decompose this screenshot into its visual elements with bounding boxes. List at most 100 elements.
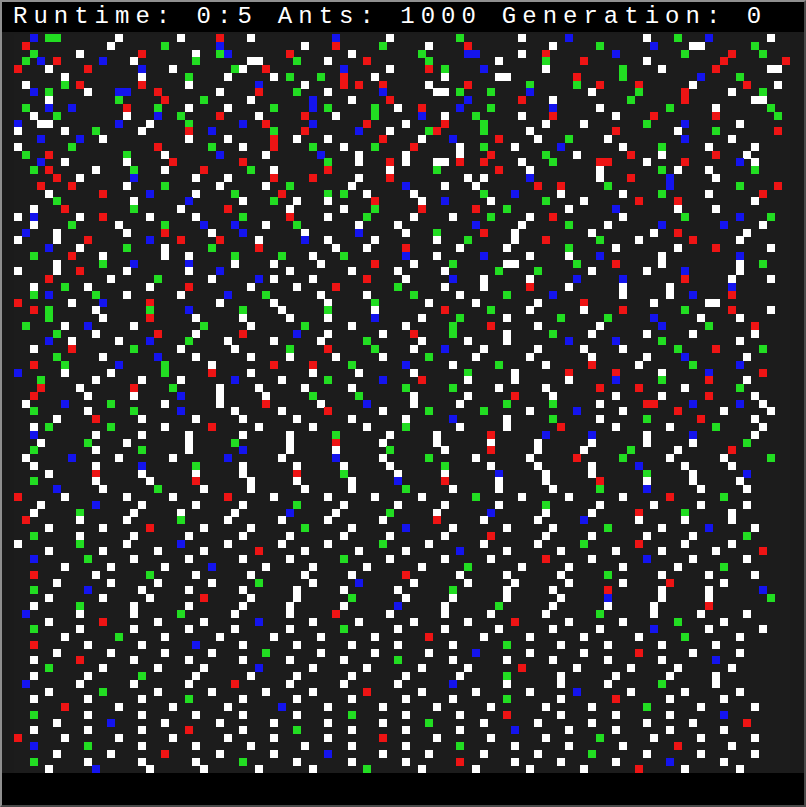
grid-cell (635, 633, 643, 641)
grid-cell (61, 400, 69, 408)
grid-cell (433, 431, 441, 439)
grid-cell (394, 283, 402, 291)
grid-cell (720, 758, 728, 766)
grid-cell (394, 641, 402, 649)
grid-cell (410, 291, 418, 299)
grid-cell (588, 361, 596, 369)
grid-cell (270, 337, 278, 345)
grid-cell (751, 42, 759, 50)
grid-cell (720, 579, 728, 587)
grid-cell (53, 112, 61, 120)
grid-cell (107, 579, 115, 587)
grid-cell (247, 369, 255, 377)
grid-cell (736, 158, 744, 166)
grid-cell (22, 400, 30, 408)
grid-cell (30, 625, 38, 633)
grid-cell (549, 291, 557, 299)
grid-cell (130, 509, 138, 517)
grid-cell (324, 166, 332, 174)
grid-cell (449, 275, 457, 283)
grid-cell (30, 112, 38, 120)
grid-cell (650, 602, 658, 610)
grid-cell (751, 524, 759, 532)
grid-cell (418, 664, 426, 672)
grid-cell (425, 454, 433, 462)
grid-cell (767, 275, 775, 283)
grid-cell (619, 454, 627, 462)
grid-cell (487, 213, 495, 221)
grid-cell (627, 446, 635, 454)
grid-cell (503, 680, 511, 688)
grid-cell (348, 322, 356, 330)
grid-cell (231, 610, 239, 618)
grid-cell (224, 703, 232, 711)
grid-cell (216, 750, 224, 758)
grid-cell (425, 57, 433, 65)
grid-cell (123, 516, 131, 524)
grid-cell (596, 400, 604, 408)
grid-cell (92, 571, 100, 579)
grid-cell (286, 182, 294, 190)
grid-cell (542, 509, 550, 517)
grid-cell (410, 330, 418, 338)
grid-cell (84, 322, 92, 330)
grid-cell (123, 493, 131, 501)
grid-cell (402, 742, 410, 750)
grid-cell (759, 221, 767, 229)
grid-cell (487, 532, 495, 540)
grid-cell (348, 594, 356, 602)
grid-cell (200, 96, 208, 104)
grid-cell (45, 244, 53, 252)
grid-cell (92, 291, 100, 299)
grid-cell (239, 501, 247, 509)
grid-cell (433, 252, 441, 260)
grid-cell (30, 361, 38, 369)
grid-cell (503, 244, 511, 252)
grid-cell (130, 680, 138, 688)
grid-cell (363, 423, 371, 431)
grid-cell (92, 306, 100, 314)
grid-cell (231, 439, 239, 447)
grid-cell (751, 734, 759, 742)
grid-cell (262, 182, 270, 190)
grid-cell (433, 88, 441, 96)
grid-cell (705, 143, 713, 151)
grid-cell (22, 322, 30, 330)
grid-cell (712, 299, 720, 307)
grid-cell (208, 361, 216, 369)
grid-cell (286, 680, 294, 688)
grid-cell (736, 236, 744, 244)
grid-cell (658, 260, 666, 268)
grid-cell (177, 205, 185, 213)
grid-cell (418, 563, 426, 571)
grid-cell (301, 742, 309, 750)
grid-cell (612, 50, 620, 58)
grid-cell (441, 65, 449, 73)
grid-cell (130, 57, 138, 65)
grid-cell (689, 532, 697, 540)
grid-cell (169, 493, 177, 501)
grid-cell (612, 758, 620, 766)
grid-cell (720, 493, 728, 501)
grid-cell (464, 376, 472, 384)
grid-cell (239, 641, 247, 649)
grid-cell (588, 353, 596, 361)
grid-cell (185, 127, 193, 135)
grid-cell (480, 750, 488, 758)
grid-cell (192, 314, 200, 322)
grid-cell (355, 158, 363, 166)
grid-cell (309, 664, 317, 672)
grid-cell (604, 221, 612, 229)
grid-cell (99, 485, 107, 493)
grid-cell (138, 742, 146, 750)
grid-cell (61, 322, 69, 330)
grid-cell (402, 695, 410, 703)
grid-cell (14, 540, 22, 548)
grid-cell (619, 73, 627, 81)
grid-cell (185, 135, 193, 143)
grid-cell (681, 516, 689, 524)
grid-cell (720, 711, 728, 719)
grid-cell (30, 571, 38, 579)
grid-cell (348, 182, 356, 190)
grid-cell (386, 158, 394, 166)
